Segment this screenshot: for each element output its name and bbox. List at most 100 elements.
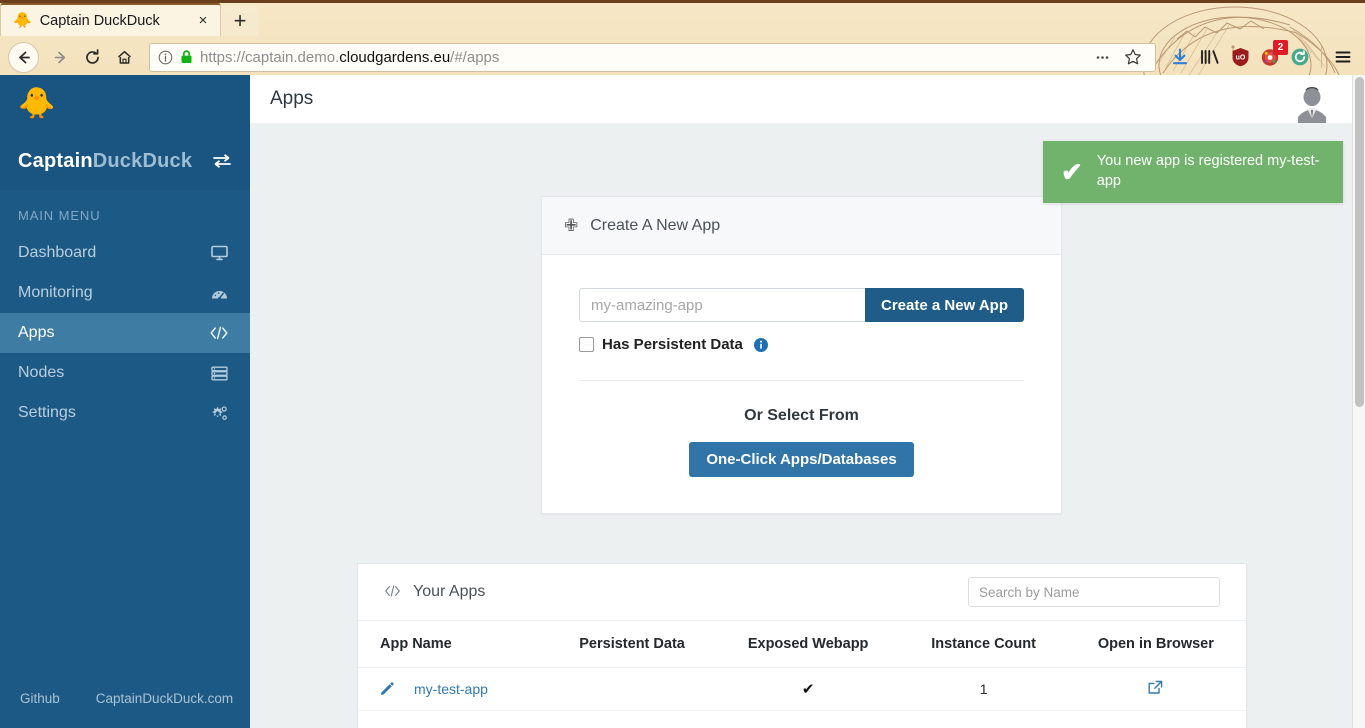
url-bar-actions [1088,44,1147,71]
sidebar-logo: 🐥 [0,75,250,132]
create-app-card: ✙ Create A New App Create a New App Has … [541,196,1062,514]
sidebar-item-nodes[interactable]: Nodes [0,353,250,393]
sidebar-footer: Github CaptainDuckDuck.com [0,691,250,706]
page-info-icon[interactable] [158,50,173,65]
sidebar-item-monitoring[interactable]: Monitoring [0,273,250,313]
one-click-apps-databases-button[interactable]: One-Click Apps/Databases [689,442,914,477]
sidebar-item-label: Monitoring [18,284,93,301]
sidebar-brand: CaptainDuckDuck [0,132,250,190]
duck-logo-icon: 🐥 [18,86,56,120]
url-bar[interactable]: https://captain.demo.cloudgardens.eu/#/a… [149,42,1156,72]
cell-instance-count: 1 [901,667,1066,711]
download-icon[interactable] [1166,43,1194,71]
duck-icon: 🐥 [13,12,32,29]
content-body: ✔ You new app is registered my-test-app … [250,123,1365,728]
main-content: Apps ✔ You new app is registered my-test… [250,75,1365,728]
card-divider [579,380,1024,381]
sidebar-item-label: Nodes [18,364,65,381]
info-icon[interactable] [753,337,768,352]
create-app-card-header: ✙ Create A New App [542,197,1061,255]
create-app-input-group: Create a New App [579,288,1024,322]
create-app-card-title: Create A New App [590,216,721,234]
toast-message: You new app is registered my-test-app [1096,153,1320,189]
table-row[interactable]: my-test-app ✔ 1 [358,667,1246,711]
close-icon[interactable]: × [194,12,212,30]
tab-title: Captain DuckDuck [39,12,160,29]
apps-table-head: App Name Persistent Data Exposed Webapp … [358,621,1246,668]
cell-exposed-webapp: ✔ [714,667,902,711]
check-icon: ✔ [1061,157,1083,187]
sidebar-item-label: Apps [18,324,55,341]
brand-bold: Captain [18,149,93,172]
your-apps-title: Your Apps [413,583,486,600]
gears-icon [208,405,230,422]
app-name-input[interactable] [579,288,866,322]
app-name-link[interactable]: my-test-app [414,681,488,697]
navigation-toolbar: https://captain.demo.cloudgardens.eu/#/a… [0,36,1365,78]
page-scrollbar[interactable] [1352,75,1365,728]
apps-table-body: my-test-app ✔ 1 [358,667,1246,711]
back-icon[interactable] [8,41,39,73]
sidebar-section-label: MAIN MENU [18,208,101,223]
table-header-row: App Name Persistent Data Exposed Webapp … [358,621,1246,668]
has-persistent-data-label: Has Persistent Data [602,336,743,353]
page-scrollbar-thumb[interactable] [1355,77,1364,407]
one-click-button-wrap: One-Click Apps/Databases [579,442,1024,477]
sidebar-item-label: Settings [18,404,76,421]
home-icon[interactable] [109,42,139,72]
bookmark-star-icon[interactable] [1119,44,1147,71]
has-persistent-data-checkbox[interactable] [579,337,594,352]
check-icon: ✔ [801,681,815,698]
sidebar-item-settings[interactable]: Settings [0,393,250,433]
sync-icon[interactable] [1286,43,1314,71]
library-icon[interactable] [1196,43,1224,71]
or-select-from-label: Or Select From [744,407,859,424]
lock-icon[interactable] [180,50,193,64]
apps-table: App Name Persistent Data Exposed Webapp … [358,621,1246,711]
create-app-button[interactable]: Create a New App [865,288,1024,322]
footer-link-github[interactable]: Github [20,691,60,706]
new-tab-button[interactable]: + [221,6,259,36]
column-header-app-name: App Name [358,621,550,668]
sidebar-item-apps[interactable]: Apps [0,313,250,353]
gauge-icon [208,286,230,301]
toolbar-divider [1321,46,1322,68]
reload-icon[interactable] [77,42,107,72]
sidebar-item-dashboard[interactable]: Dashboard [0,233,250,273]
pencil-icon[interactable] [380,682,394,696]
exchange-icon[interactable] [212,153,232,169]
sidebar-item-label: Dashboard [18,244,97,261]
page-title: Apps [270,88,314,109]
svg-text:uO: uO [1235,55,1245,62]
avatar[interactable] [1292,81,1332,129]
page-actions-more-icon[interactable] [1088,44,1116,71]
your-apps-card-header: Your Apps [358,564,1246,621]
code-icon [384,585,401,600]
server-icon [208,366,230,381]
extension-icon[interactable]: 2 [1256,40,1288,71]
sidebar: 🐥 CaptainDuckDuck MAIN MENU Dashboard Mo… [0,75,250,728]
toast-notification[interactable]: ✔ You new app is registered my-test-app [1043,141,1343,203]
web-page: 🐥 CaptainDuckDuck MAIN MENU Dashboard Mo… [0,75,1365,728]
forward-icon[interactable] [45,42,75,72]
plus-icon: ✙ [564,215,579,235]
create-app-card-body: Create a New App Has Persistent Data Or … [542,255,1061,513]
column-header-instance-count: Instance Count [901,621,1066,668]
content-header: Apps [250,75,1365,129]
browser-chrome: 🐥 Captain DuckDuck × + https://captain.d… [0,0,1365,78]
footer-link-website[interactable]: CaptainDuckDuck.com [96,691,233,706]
code-icon [208,326,230,340]
column-header-persistent-data: Persistent Data [549,621,715,668]
cell-open-in-browser [1065,667,1246,711]
persistent-data-row: Has Persistent Data [579,336,1024,353]
search-input[interactable] [968,577,1220,607]
ublock-origin-icon[interactable]: uO [1226,43,1254,71]
column-header-open-in-browser: Open in Browser [1065,621,1246,668]
external-link-icon[interactable] [1148,680,1163,695]
your-apps-card: Your Apps App Name Persistent Data Expos… [357,563,1247,728]
brand-title: CaptainDuckDuck [18,150,192,173]
brand-light: DuckDuck [92,149,193,172]
browser-tab[interactable]: 🐥 Captain DuckDuck × [0,3,221,36]
tab-strip: 🐥 Captain DuckDuck × + [0,3,1365,36]
hamburger-menu-icon[interactable] [1329,43,1357,71]
